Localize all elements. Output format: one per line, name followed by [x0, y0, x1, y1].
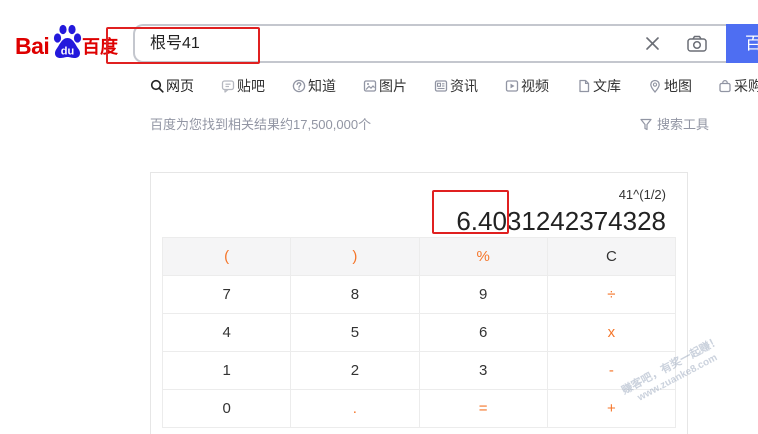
close-icon[interactable] — [645, 36, 660, 51]
search-button[interactable]: 百 — [726, 24, 758, 63]
video-icon — [505, 79, 519, 93]
key-2[interactable]: 2 — [291, 352, 420, 390]
tab-label: 地图 — [664, 78, 692, 94]
calculator-card: 41^(1/2) 6.4031242374328 ( ) % C 7 8 9 ÷… — [150, 172, 688, 434]
key-multiply[interactable]: x — [547, 314, 676, 352]
search-input[interactable]: 根号41 — [150, 26, 630, 61]
search-tools-label: 搜索工具 — [657, 117, 710, 132]
tab-zhidao[interactable]: 知道 — [292, 76, 336, 96]
tab-wenku[interactable]: 文库 — [577, 76, 621, 96]
search-query-text: 根号41 — [150, 35, 200, 52]
tab-label: 文库 — [593, 78, 621, 94]
key-subtract[interactable]: - — [547, 352, 676, 390]
key-add[interactable]: + — [547, 390, 676, 428]
calculator-keypad: ( ) % C 7 8 9 ÷ 4 5 6 x 1 2 3 - 0 . = + — [162, 237, 676, 428]
key-close-paren[interactable]: ) — [291, 238, 420, 276]
tab-images[interactable]: 图片 — [363, 76, 407, 96]
key-5[interactable]: 5 — [291, 314, 420, 352]
key-0[interactable]: 0 — [163, 390, 292, 428]
key-3[interactable]: 3 — [419, 352, 548, 390]
search-tools-button[interactable]: 搜索工具 — [640, 116, 709, 133]
tab-web[interactable]: 网页 — [150, 76, 194, 96]
logo-text-bai: Bai — [15, 33, 50, 59]
shopping-bag-icon — [718, 79, 732, 93]
logo-text-du: du — [61, 46, 74, 58]
search-icon — [150, 79, 164, 93]
tab-label: 网页 — [166, 78, 194, 94]
key-clear[interactable]: C — [547, 238, 676, 276]
tab-video[interactable]: 视频 — [505, 76, 549, 96]
baidu-logo[interactable]: Bai du 百度 — [14, 22, 120, 60]
key-7[interactable]: 7 — [163, 276, 292, 314]
tab-caigou[interactable]: 采购 — [718, 76, 758, 96]
result-count: 百度为您找到相关结果约17,500,000个 — [150, 117, 372, 132]
key-equals[interactable]: = — [419, 390, 548, 428]
map-icon — [648, 79, 662, 93]
search-box: 根号41 — [133, 24, 726, 63]
key-8[interactable]: 8 — [291, 276, 420, 314]
question-icon — [292, 79, 306, 93]
camera-icon[interactable] — [687, 35, 707, 52]
tab-news[interactable]: 资讯 — [434, 76, 478, 96]
calculator-result: 6.4031242374328 — [456, 206, 666, 236]
key-9[interactable]: 9 — [419, 276, 548, 314]
tab-label: 采购 — [734, 78, 758, 94]
key-percent[interactable]: % — [419, 238, 548, 276]
tab-tieba[interactable]: 贴吧 — [221, 76, 265, 96]
tab-label: 视频 — [521, 78, 549, 94]
key-1[interactable]: 1 — [163, 352, 292, 390]
search-tabs: 网页 贴吧 知道 图片 资讯 视频 文库 地图 采购 — [150, 76, 758, 96]
key-6[interactable]: 6 — [419, 314, 548, 352]
tab-label: 图片 — [379, 78, 407, 94]
tab-label: 贴吧 — [237, 78, 265, 94]
tab-label: 知道 — [308, 78, 336, 94]
filter-icon — [640, 118, 652, 131]
calculator-expression: 41^(1/2) — [618, 187, 666, 202]
tab-label: 资讯 — [450, 78, 478, 94]
tieba-icon — [221, 79, 235, 93]
tab-map[interactable]: 地图 — [648, 76, 692, 96]
paw-icon: du — [53, 24, 82, 59]
key-decimal[interactable]: . — [291, 390, 420, 428]
key-4[interactable]: 4 — [163, 314, 292, 352]
document-icon — [577, 79, 591, 93]
key-divide[interactable]: ÷ — [547, 276, 676, 314]
news-icon — [434, 79, 448, 93]
logo-text-baidu-cn: 百度 — [82, 37, 118, 57]
key-open-paren[interactable]: ( — [163, 238, 292, 276]
image-icon — [363, 79, 377, 93]
